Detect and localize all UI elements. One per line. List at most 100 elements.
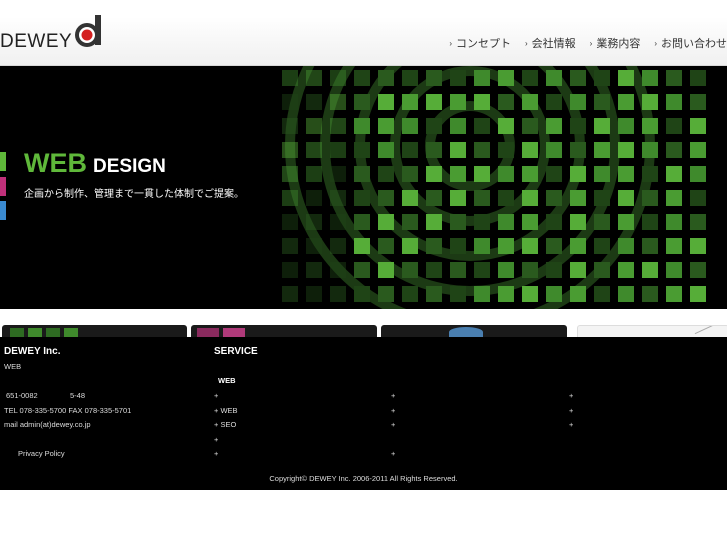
grid-square <box>306 262 322 278</box>
service-link[interactable]: + <box>214 391 218 400</box>
grid-square <box>690 190 706 206</box>
grid-square <box>522 166 538 182</box>
nav-item-contact[interactable]: › お問い合わせ <box>654 35 727 51</box>
hero-title-sub: DESIGN <box>93 156 166 177</box>
service-link[interactable]: + <box>391 406 395 415</box>
nav-item-services[interactable]: › 業務内容 <box>590 35 641 51</box>
grid-square <box>474 70 490 86</box>
hero-title: WEB DESIGN <box>24 148 166 179</box>
grid-square <box>642 118 658 134</box>
grid-square <box>594 238 610 254</box>
logo-mark-icon[interactable] <box>72 15 106 49</box>
nav-item-label: 業務内容 <box>596 38 641 50</box>
grid-square <box>354 286 370 302</box>
site-header: DEWEY › コンセプト › 会社情報 › 業務内容 › お問い合わせ <box>0 15 727 66</box>
nav-item-company[interactable]: › 会社情報 <box>525 35 576 51</box>
grid-square <box>666 190 682 206</box>
privacy-policy-link[interactable]: Privacy Policy <box>18 449 65 458</box>
grid-square <box>378 166 394 182</box>
grid-square <box>498 286 514 302</box>
hero-accent-bar-blue <box>0 201 6 220</box>
grid-square <box>282 214 298 230</box>
logo-text[interactable]: DEWEY <box>0 31 72 53</box>
thumbnail-print[interactable] <box>191 325 377 337</box>
grid-square <box>378 142 394 158</box>
grid-square <box>546 118 562 134</box>
grid-square <box>306 70 322 86</box>
grid-square <box>594 262 610 278</box>
grid-square <box>450 238 466 254</box>
service-link[interactable]: + <box>569 406 573 415</box>
service-link[interactable]: + <box>391 420 395 429</box>
service-link[interactable]: + <box>391 391 395 400</box>
nav-item-label: 会社情報 <box>531 38 576 50</box>
grid-square <box>354 190 370 206</box>
grid-square <box>402 70 418 86</box>
grid-square <box>570 238 586 254</box>
grid-square <box>330 190 346 206</box>
service-link[interactable]: + <box>391 449 395 458</box>
grid-square <box>474 142 490 158</box>
grid-square <box>594 94 610 110</box>
grid-square <box>498 214 514 230</box>
grid-square <box>690 142 706 158</box>
grid-square <box>330 70 346 86</box>
grid-square <box>666 70 682 86</box>
grid-square <box>474 262 490 278</box>
service-link[interactable]: + WEB <box>214 406 238 415</box>
hero-tagline: 企画から制作、管理まで一貫した体制でご提案。 <box>24 189 244 200</box>
grid-square <box>354 238 370 254</box>
mail-address[interactable]: mail admin(at)dewey.co.jp <box>4 420 91 429</box>
grid-square <box>498 142 514 158</box>
service-link[interactable]: + <box>214 435 218 444</box>
grid-square <box>354 118 370 134</box>
grid-square <box>450 214 466 230</box>
thumbnail-system[interactable] <box>381 325 567 337</box>
grid-square <box>522 262 538 278</box>
service-link[interactable]: + <box>569 420 573 429</box>
service-link[interactable]: + <box>214 449 218 458</box>
grid-square <box>378 286 394 302</box>
service-link[interactable]: + SEO <box>214 420 236 429</box>
grid-square <box>378 70 394 86</box>
grid-square <box>306 142 322 158</box>
grid-square <box>498 190 514 206</box>
grid-square <box>474 286 490 302</box>
grid-square <box>570 214 586 230</box>
tel-fax: TEL 078-335-5700 FAX 078-335-5701 <box>4 406 132 415</box>
grid-square <box>426 70 442 86</box>
grid-square <box>690 166 706 182</box>
grid-square <box>570 286 586 302</box>
grid-square <box>618 118 634 134</box>
grid-square <box>618 94 634 110</box>
hero-accent-bar-magenta <box>0 177 6 196</box>
grid-square <box>402 142 418 158</box>
grid-square <box>282 238 298 254</box>
grid-square <box>426 190 442 206</box>
grid-square <box>426 238 442 254</box>
grid-square <box>474 118 490 134</box>
grid-square <box>570 262 586 278</box>
grid-square <box>498 118 514 134</box>
nav-item-concept[interactable]: › コンセプト <box>449 35 511 51</box>
thumbnail-web[interactable] <box>2 325 187 337</box>
grid-square <box>306 166 322 182</box>
grid-square <box>282 286 298 302</box>
grid-square <box>594 286 610 302</box>
grid-square <box>642 166 658 182</box>
grid-square <box>426 262 442 278</box>
grid-square <box>330 286 346 302</box>
grid-square <box>642 70 658 86</box>
grid-square <box>378 190 394 206</box>
grid-square <box>546 166 562 182</box>
service-link[interactable]: + <box>569 391 573 400</box>
grid-square <box>546 70 562 86</box>
grid-square <box>642 142 658 158</box>
grid-square <box>498 166 514 182</box>
grid-square <box>378 94 394 110</box>
hero-accent-bar-green <box>0 152 6 171</box>
grid-square <box>666 214 682 230</box>
grid-square <box>450 286 466 302</box>
hero-banner: WEB DESIGN 企画から制作、管理まで一貫した体制でご提案。 <box>0 66 727 309</box>
grid-square <box>594 118 610 134</box>
